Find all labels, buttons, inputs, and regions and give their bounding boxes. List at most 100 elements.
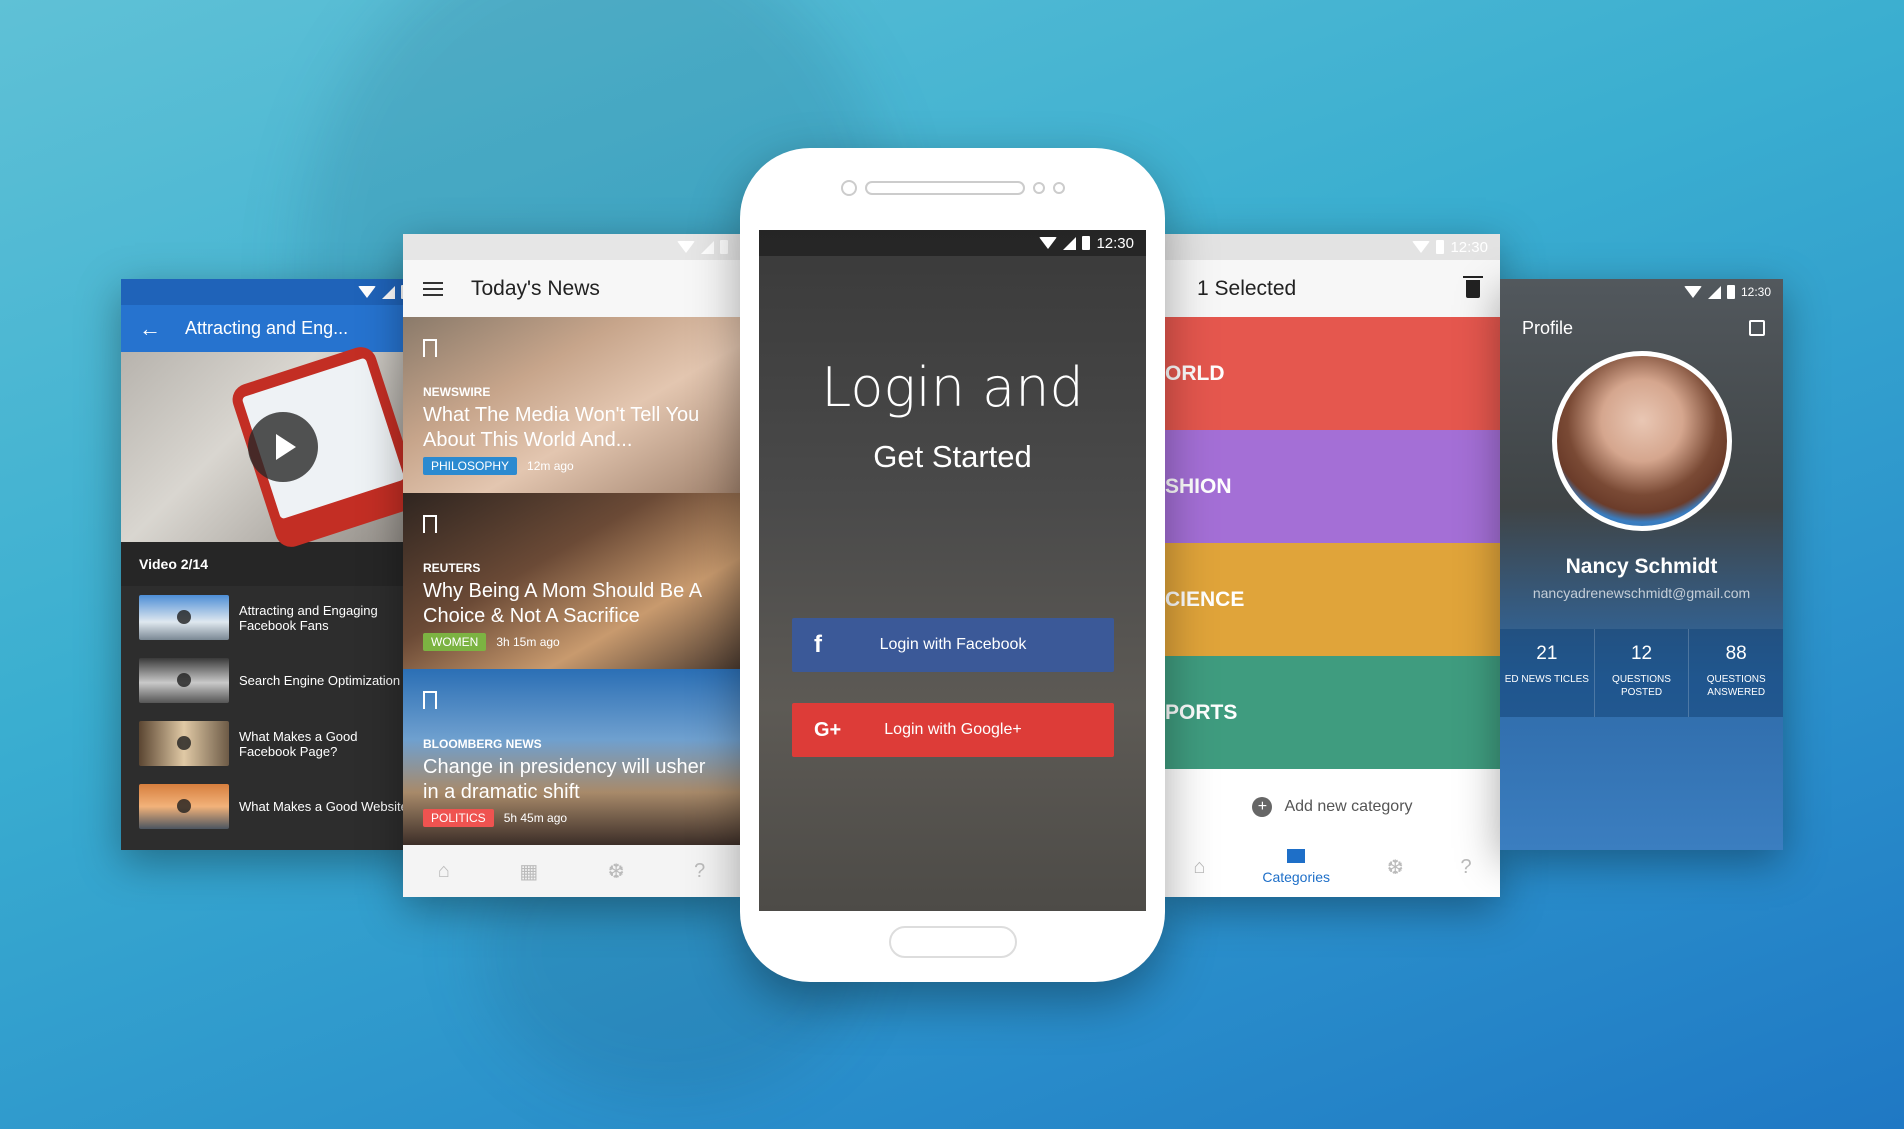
news-card[interactable]: REUTERS Why Being A Mom Should Be A Choi… — [403, 493, 740, 669]
add-category-label: Add new category — [1284, 797, 1413, 815]
video-list-item[interactable]: Attracting and Engaging Facebook Fans — [121, 586, 421, 649]
status-time: 12:30 — [1450, 238, 1488, 256]
news-source: NEWSWIRE — [423, 385, 491, 399]
video-title: Attracting and Eng... — [185, 318, 349, 338]
status-bar: 12:30 — [1165, 234, 1500, 260]
news-tag[interactable]: PHILOSOPHY — [423, 457, 518, 475]
news-headline: What The Media Won't Tell You About This… — [423, 404, 700, 451]
category-label: CIENCE — [1165, 587, 1245, 611]
nav-categories[interactable]: Categories — [1262, 849, 1330, 885]
bookmark-icon[interactable] — [423, 339, 437, 357]
avatar — [1551, 351, 1732, 531]
video-item-label: Attracting and Engaging Facebook Fans — [239, 602, 378, 633]
news-feed-screen: Today's News NEWSWIRE What The Media Won… — [403, 234, 740, 897]
back-arrow-icon[interactable]: ← — [139, 316, 161, 342]
speaker-slot — [864, 181, 1025, 195]
categories-icon[interactable]: ▦ — [519, 859, 538, 884]
facebook-icon: f — [814, 631, 822, 658]
news-source: BLOOMBERG NEWS — [423, 737, 542, 751]
categories-app-bar: 1 Selected — [1165, 260, 1500, 317]
video-thumbnail — [139, 595, 229, 640]
page-title: Profile — [1522, 317, 1574, 338]
stat-questions-posted[interactable]: 12 QUESTIONS POSTED — [1595, 629, 1690, 717]
google-plus-icon: G+ — [814, 718, 842, 741]
news-card[interactable]: NEWSWIRE What The Media Won't Tell You A… — [403, 317, 740, 493]
news-card[interactable]: BLOOMBERG NEWS Change in presidency will… — [403, 669, 740, 845]
news-time: 5h 45m ago — [503, 811, 568, 825]
home-icon[interactable]: ⌂ — [1193, 856, 1205, 879]
bottom-navigation: ⌂ Categories ❆ ? — [1165, 837, 1500, 897]
sensor-icon — [1032, 182, 1045, 194]
stat-label: ED NEWS TICLES — [1504, 674, 1589, 685]
signal-icon — [701, 240, 714, 254]
status-bar: 12:30 — [759, 230, 1146, 256]
category-row-world[interactable]: ORLD — [1165, 317, 1500, 430]
stat-news-articles[interactable]: 21 ED NEWS TICLES — [1500, 629, 1595, 717]
status-bar — [403, 234, 740, 260]
rss-icon[interactable]: ❆ — [1387, 855, 1404, 880]
play-icon[interactable] — [248, 412, 318, 482]
news-time: 12m ago — [527, 459, 574, 473]
rss-icon[interactable]: ❆ — [608, 859, 625, 884]
status-time: 12:30 — [1740, 285, 1771, 299]
phone-earpiece — [740, 180, 1165, 196]
stat-value: 12 — [1630, 643, 1653, 664]
video-thumbnail — [139, 784, 229, 829]
delete-icon[interactable] — [1463, 275, 1483, 298]
login-screen: 12:30 Login and Get Started f Login with… — [759, 230, 1146, 911]
category-label: SHION — [1165, 474, 1232, 498]
login-google-button[interactable]: G+ Login with Google+ — [792, 703, 1114, 757]
category-label: PORTS — [1165, 700, 1238, 724]
page-title: Today's News — [471, 276, 600, 300]
news-tag[interactable]: WOMEN — [423, 633, 487, 651]
login-facebook-button[interactable]: f Login with Facebook — [792, 618, 1114, 672]
battery-icon — [1726, 285, 1735, 299]
wifi-icon — [1412, 241, 1431, 253]
logout-icon[interactable] — [1749, 320, 1765, 336]
video-thumbnail — [139, 658, 229, 703]
help-icon[interactable]: ? — [694, 860, 705, 883]
signal-icon — [1707, 285, 1721, 299]
sensor-icon — [1052, 182, 1065, 194]
video-list-item[interactable]: What Makes a Good Facebook Page? — [121, 712, 421, 775]
category-label: ORLD — [1165, 361, 1225, 385]
home-icon[interactable]: ⌂ — [438, 860, 450, 883]
news-headline: Why Being A Mom Should Be A Choice & Not… — [423, 580, 701, 627]
stat-questions-answered[interactable]: 88 QUESTIONS ANSWERED — [1689, 629, 1783, 717]
video-list-item[interactable]: What Makes a Good Website — [121, 775, 421, 838]
video-item-label: What Makes a Good Website — [239, 799, 408, 814]
battery-icon — [1082, 236, 1091, 250]
menu-icon[interactable] — [423, 281, 443, 296]
category-row-science[interactable]: CIENCE — [1165, 543, 1500, 656]
video-player[interactable] — [121, 342, 421, 552]
login-title: Login and — [821, 356, 1084, 419]
category-row-sports[interactable]: PORTS — [1165, 656, 1500, 769]
video-count: Video 2/14 — [121, 542, 421, 586]
profile-name: Nancy Schmidt — [1565, 555, 1718, 578]
add-category-button[interactable]: + Add new category — [1165, 769, 1500, 844]
video-list-item[interactable]: Search Engine Optimization — [121, 649, 421, 712]
home-button[interactable] — [888, 926, 1017, 958]
battery-icon — [1436, 240, 1445, 254]
stat-value: 88 — [1725, 643, 1747, 664]
status-time: 12:30 — [1096, 234, 1134, 252]
help-icon[interactable]: ? — [1460, 856, 1471, 879]
wifi-icon — [358, 286, 376, 298]
video-course-screen: ← Attracting and Eng... Video 2/14 Attra… — [121, 279, 421, 850]
profile-stats: 21 ED NEWS TICLES 12 QUESTIONS POSTED 88 QU… — [1500, 629, 1783, 717]
selection-count: 1 Selected — [1197, 276, 1297, 300]
bookmark-icon[interactable] — [423, 691, 437, 709]
profile-email: nancyadrenewschmidt@gmail.com — [1532, 585, 1751, 601]
profile-screen: 12:30 Profile Nancy Schmidt nancyadrenew… — [1500, 279, 1783, 850]
nav-categories-label: Categories — [1262, 869, 1331, 885]
news-source: REUTERS — [423, 561, 481, 575]
status-bar: 12:30 — [1500, 279, 1783, 305]
category-row-fashion[interactable]: SHION — [1165, 430, 1500, 543]
news-tag[interactable]: POLITICS — [423, 809, 494, 827]
login-subtitle: Get Started — [873, 439, 1032, 474]
news-headline: Change in presidency will usher in a dra… — [423, 756, 706, 803]
stat-value: 21 — [1536, 643, 1558, 664]
facebook-button-label: Login with Facebook — [879, 636, 1027, 653]
signal-icon — [1063, 236, 1077, 250]
bookmark-icon[interactable] — [423, 515, 437, 533]
